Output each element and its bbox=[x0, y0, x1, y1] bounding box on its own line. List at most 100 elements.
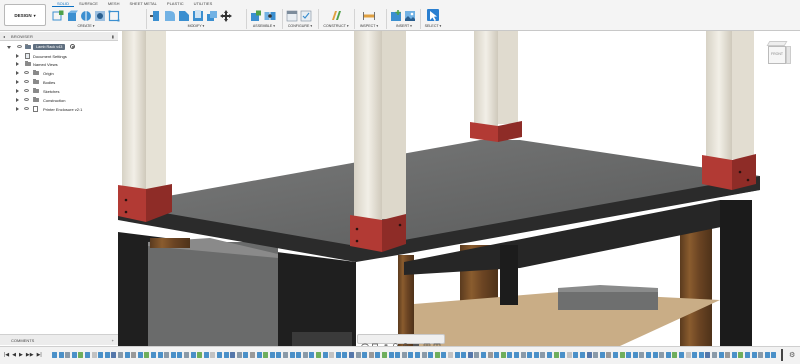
extrude-icon[interactable] bbox=[66, 9, 78, 21]
construct-menu[interactable]: CONSTRUCT ▾ bbox=[322, 24, 350, 28]
timeline-feature[interactable] bbox=[771, 352, 777, 358]
tree-item[interactable]: Sketches bbox=[0, 87, 118, 95]
timeline-feature[interactable] bbox=[685, 352, 691, 358]
timeline-feature[interactable] bbox=[137, 352, 143, 358]
viewcube-front[interactable]: FRONT bbox=[768, 46, 786, 64]
chamfer-icon[interactable] bbox=[178, 9, 190, 21]
timeline-feature[interactable] bbox=[296, 352, 302, 358]
expand-triangle-icon[interactable] bbox=[16, 88, 19, 93]
timeline-feature[interactable] bbox=[527, 352, 533, 358]
assemble-menu[interactable]: ASSEMBLE ▾ bbox=[250, 24, 278, 28]
timeline-feature[interactable] bbox=[613, 352, 618, 358]
timeline-feature[interactable] bbox=[230, 352, 236, 358]
timeline-feature[interactable] bbox=[705, 352, 711, 358]
timeline-feature[interactable] bbox=[309, 352, 315, 358]
configure-menu[interactable]: CONFIGURE ▾ bbox=[286, 24, 314, 28]
combine-icon[interactable] bbox=[206, 9, 218, 21]
timeline-feature[interactable] bbox=[606, 352, 612, 358]
tree-item[interactable]: Named Views bbox=[0, 60, 118, 68]
timeline-feature[interactable] bbox=[335, 352, 341, 358]
timeline-feature[interactable] bbox=[421, 352, 427, 358]
tree-item[interactable]: Construction bbox=[0, 96, 118, 104]
expand-triangle-icon[interactable] bbox=[16, 97, 19, 102]
box-icon[interactable] bbox=[108, 9, 120, 22]
timeline-feature[interactable] bbox=[368, 352, 374, 358]
eye-icon[interactable] bbox=[24, 71, 29, 74]
timeline-feature[interactable] bbox=[540, 352, 546, 358]
tab-sheet-metal[interactable]: SHEET METAL bbox=[124, 0, 161, 7]
timeline-feature[interactable] bbox=[547, 352, 552, 358]
timeline-feature[interactable] bbox=[593, 352, 599, 358]
timeline-feature[interactable] bbox=[481, 352, 486, 358]
timeline-feature[interactable] bbox=[197, 352, 203, 358]
timeline-feature[interactable] bbox=[177, 352, 183, 358]
timeline-feature[interactable] bbox=[217, 352, 222, 358]
3d-viewport[interactable] bbox=[118, 31, 800, 346]
fillet-icon[interactable] bbox=[164, 9, 176, 21]
timeline-feature[interactable] bbox=[553, 352, 559, 358]
timeline-feature[interactable] bbox=[428, 352, 434, 358]
timeline-feature[interactable] bbox=[52, 352, 57, 358]
timeline-feature[interactable] bbox=[672, 352, 678, 358]
timeline-feature[interactable] bbox=[764, 352, 770, 358]
timeline-feature[interactable] bbox=[725, 352, 731, 358]
collapse-icon[interactable]: ◂ bbox=[3, 34, 5, 39]
viewcube-right[interactable] bbox=[786, 46, 791, 64]
timeline-feature[interactable] bbox=[408, 352, 414, 358]
timeline-feature[interactable] bbox=[679, 352, 684, 358]
timeline-feature[interactable] bbox=[467, 352, 473, 358]
timeline-feature[interactable] bbox=[448, 352, 453, 358]
timeline-feature[interactable] bbox=[566, 352, 572, 358]
tab-plastic[interactable]: PLASTIC bbox=[162, 0, 189, 7]
timeline-feature[interactable] bbox=[712, 352, 717, 358]
gear-icon[interactable]: ⚙ bbox=[789, 351, 795, 359]
timeline-feature[interactable] bbox=[104, 352, 110, 358]
grid-settings-icon[interactable] bbox=[423, 336, 431, 349]
timeline-feature[interactable] bbox=[355, 352, 361, 358]
tab-surface[interactable]: SURFACE bbox=[74, 0, 103, 7]
timeline-feature[interactable] bbox=[619, 352, 625, 358]
timeline-feature[interactable] bbox=[85, 352, 90, 358]
timeline-feature[interactable] bbox=[454, 352, 460, 358]
timeline-marker[interactable] bbox=[781, 349, 783, 361]
timeline-feature[interactable] bbox=[692, 352, 698, 358]
timeline-feature[interactable] bbox=[646, 352, 651, 358]
timeline-feature[interactable] bbox=[362, 352, 368, 358]
insert-menu[interactable]: INSERT ▾ bbox=[390, 24, 418, 28]
tree-root[interactable]: Lamb Rack v43 bbox=[0, 43, 118, 51]
timeline-feature[interactable] bbox=[494, 352, 500, 358]
timeline-feature[interactable] bbox=[91, 352, 97, 358]
timeline-feature[interactable] bbox=[170, 352, 176, 358]
expand-triangle-icon[interactable] bbox=[16, 106, 19, 111]
timeline-feature[interactable] bbox=[520, 352, 526, 358]
timeline-feature[interactable] bbox=[71, 352, 77, 358]
eye-icon[interactable] bbox=[17, 45, 22, 48]
viewcube[interactable]: FRONT bbox=[763, 38, 793, 72]
timeline-feature[interactable] bbox=[124, 352, 130, 358]
hole-icon[interactable] bbox=[94, 9, 106, 21]
timeline-feature[interactable] bbox=[144, 352, 150, 358]
eye-icon[interactable] bbox=[24, 89, 29, 92]
timeline-feature[interactable] bbox=[514, 352, 519, 358]
inspect-menu[interactable]: INSPECT ▾ bbox=[356, 24, 382, 28]
viewports-icon[interactable] bbox=[433, 336, 441, 349]
timeline-feature[interactable] bbox=[382, 352, 387, 358]
eye-icon[interactable] bbox=[24, 107, 29, 110]
timeline-feature[interactable] bbox=[203, 352, 209, 358]
timeline-feature[interactable] bbox=[236, 352, 242, 358]
model-render[interactable] bbox=[118, 31, 800, 346]
timeline-feature[interactable] bbox=[256, 352, 262, 358]
timeline-feature[interactable] bbox=[190, 352, 196, 358]
timeline-feature[interactable] bbox=[533, 352, 539, 358]
timeline-feature[interactable] bbox=[401, 352, 407, 358]
step-back-icon[interactable]: ◀ bbox=[12, 352, 16, 359]
timeline-track[interactable] bbox=[52, 351, 778, 360]
timeline-feature[interactable] bbox=[388, 352, 394, 358]
new-component-icon[interactable] bbox=[250, 9, 262, 21]
timeline-feature[interactable] bbox=[243, 352, 249, 358]
timeline-feature[interactable] bbox=[626, 352, 632, 358]
tree-item[interactable]: Document Settings bbox=[0, 52, 118, 60]
timeline-feature[interactable] bbox=[375, 352, 381, 358]
tree-item[interactable]: Bodies bbox=[0, 78, 118, 86]
joint-icon[interactable] bbox=[264, 9, 276, 21]
